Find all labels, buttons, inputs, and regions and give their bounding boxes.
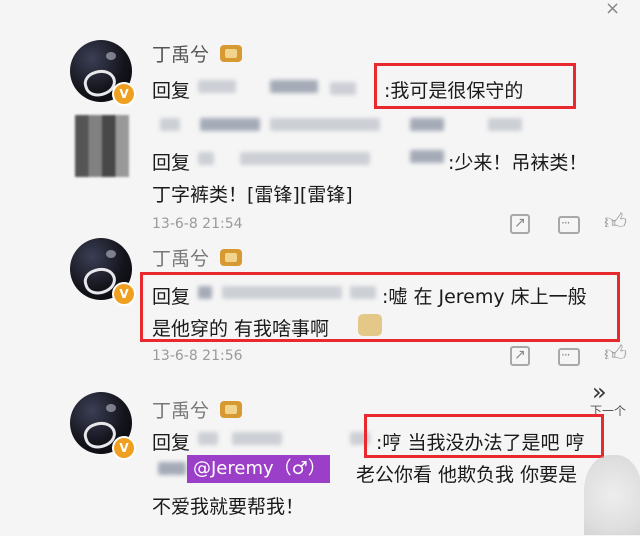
reply-text-line2: 老公你看 他欺负我 你要是 — [356, 464, 578, 486]
reply-prefix: 回复 — [152, 432, 191, 454]
reply-text: :少来！吊袜类！ — [448, 152, 588, 174]
username[interactable]: 丁禹兮 — [152, 396, 209, 423]
comment-icon[interactable] — [558, 344, 580, 366]
reply-text-line2: 丁字裤类！[雷锋][雷锋] — [152, 184, 353, 206]
username[interactable]: 丁禹兮 — [152, 244, 209, 271]
username[interactable]: 丁禹兮 — [152, 40, 209, 67]
avatar[interactable] — [75, 115, 129, 177]
vip-icon — [220, 401, 242, 418]
vip-icon — [220, 249, 242, 266]
vip-icon — [220, 45, 242, 62]
like-icon[interactable]: 👍︎ — [604, 212, 627, 234]
verified-badge-icon: V — [112, 436, 136, 460]
timestamp: 13-6-8 21:56 — [152, 348, 243, 364]
reply-prefix: 回复 — [152, 152, 191, 174]
share-icon[interactable] — [510, 212, 530, 234]
verified-badge-icon: V — [112, 82, 136, 106]
reply-prefix: 回复 — [152, 80, 191, 102]
highlight-box — [364, 414, 604, 458]
timestamp: 13-6-8 21:54 — [152, 216, 243, 232]
highlight-box — [140, 272, 620, 342]
highlight-box — [374, 63, 576, 109]
like-icon[interactable]: 👍︎ — [604, 344, 627, 366]
comment-icon[interactable] — [558, 212, 580, 234]
mention-link[interactable]: @Jeremy（♂） — [187, 455, 330, 483]
close-icon[interactable]: × — [605, 0, 620, 19]
verified-badge-icon: V — [112, 282, 136, 306]
watermark-image — [584, 455, 640, 535]
share-icon[interactable] — [510, 344, 530, 366]
redacted-username — [198, 80, 236, 93]
reply-text-line3: 不爱我就要帮我！ — [152, 496, 305, 518]
